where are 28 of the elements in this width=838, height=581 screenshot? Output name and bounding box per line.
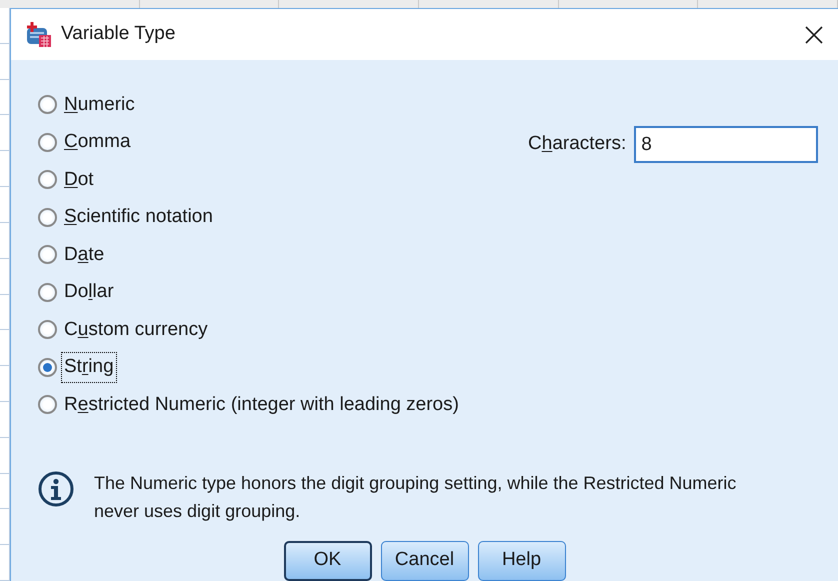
radio-label: Custom currency: [63, 318, 209, 342]
dialog-button[interactable]: Cancel: [380, 540, 468, 580]
info-icon: [38, 470, 74, 506]
type-radio[interactable]: Comma: [38, 124, 528, 161]
info-text: The Numeric type honors the digit grouping setting, while the Restricted Numeric never uses digit grouping.: [94, 472, 738, 523]
type-radio[interactable]: String: [38, 348, 528, 386]
dialog-button[interactable]: OK: [284, 540, 372, 580]
radio-label: Numeric: [63, 92, 136, 116]
radio-label: Dollar: [63, 280, 115, 304]
type-radio[interactable]: Restricted Numeric (integer with leading zeros): [38, 386, 528, 424]
radio-label: String: [61, 352, 117, 382]
app-icon: [25, 22, 53, 48]
radio-label: Comma: [63, 130, 132, 154]
close-icon: [805, 26, 823, 44]
dialog-button[interactable]: Help: [478, 540, 566, 580]
window-title: Variable Type: [61, 22, 176, 46]
radio-label: Dot: [63, 168, 95, 192]
type-radio[interactable]: Scientific notation: [38, 198, 528, 236]
radio-label: Restricted Numeric (integer with leading zeros): [63, 392, 460, 416]
characters-label: Characters:: [528, 132, 626, 156]
type-radio[interactable]: Numeric: [38, 86, 528, 124]
type-radio[interactable]: Custom currency: [38, 311, 528, 348]
radio-label: Date: [63, 242, 106, 266]
type-radio[interactable]: Dollar: [38, 274, 528, 311]
characters-field[interactable]: 8: [634, 126, 818, 163]
type-radio[interactable]: Date: [38, 236, 528, 274]
type-radio[interactable]: Dot: [38, 161, 528, 198]
radio-label: Scientific notation: [63, 205, 214, 229]
